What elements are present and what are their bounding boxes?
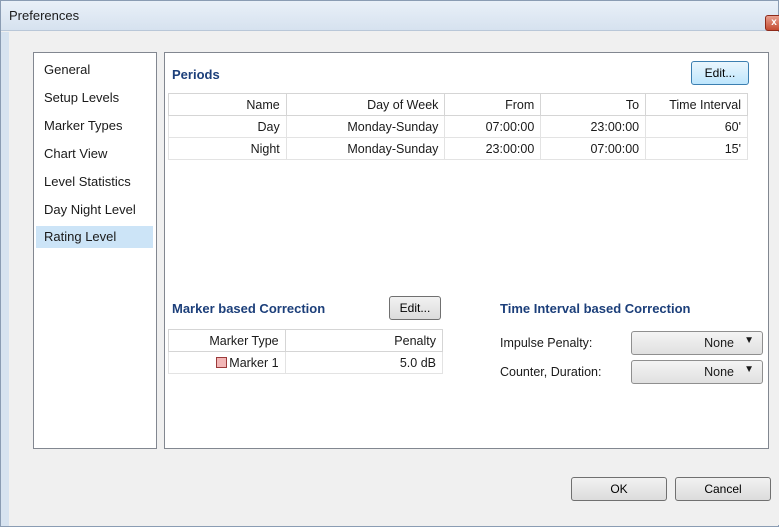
chevron-down-icon: ▼	[744, 335, 754, 346]
close-icon[interactable]: x	[765, 15, 779, 31]
impulse-penalty-label: Impulse Penalty:	[500, 336, 593, 350]
cell-from: 23:00:00	[444, 137, 542, 160]
periods-header-row: Name Day of Week From To Time Interval	[168, 93, 748, 116]
cell-day-of-week: Monday-Sunday	[285, 115, 446, 138]
nav-item-level-statistics[interactable]: Level Statistics	[36, 171, 153, 193]
nav-item-chart-view[interactable]: Chart View	[36, 143, 153, 165]
periods-edit-button[interactable]: Edit...	[691, 61, 749, 85]
window-title: Preferences	[9, 8, 80, 23]
periods-table: Name Day of Week From To Time Interval D…	[168, 93, 748, 160]
counter-duration-label: Counter, Duration:	[500, 365, 602, 379]
table-row[interactable]: Night Monday-Sunday 23:00:00 07:00:00 15…	[168, 137, 748, 160]
preferences-window: Preferences x General Setup Levels Marke…	[0, 0, 779, 527]
marker-correction-table: Marker Type Penalty Marker 1 5.0 dB	[168, 329, 444, 374]
interval-correction-title: Time Interval based Correction	[500, 301, 691, 316]
table-row[interactable]: Day Monday-Sunday 07:00:00 23:00:00 60'	[168, 115, 748, 138]
cancel-button[interactable]: Cancel	[675, 477, 771, 501]
counter-duration-value: None	[704, 365, 734, 379]
nav-item-marker-types[interactable]: Marker Types	[36, 115, 153, 137]
cell-day-of-week: Monday-Sunday	[285, 137, 446, 160]
nav-item-rating-level[interactable]: Rating Level	[36, 226, 153, 248]
marker-correction-title: Marker based Correction	[172, 301, 326, 316]
impulse-penalty-value: None	[704, 336, 734, 350]
settings-panel: Periods Edit... Name Day of Week From To…	[164, 52, 769, 449]
cell-penalty: 5.0 dB	[284, 351, 444, 374]
dialog-client-area: General Setup Levels Marker Types Chart …	[9, 32, 779, 525]
periods-title: Periods	[172, 67, 220, 82]
column-header-marker-type[interactable]: Marker Type	[168, 329, 286, 352]
marker-color-swatch	[216, 356, 228, 368]
impulse-penalty-dropdown[interactable]: None ▼	[631, 331, 763, 355]
column-header-to[interactable]: To	[540, 93, 647, 116]
cell-to: 23:00:00	[540, 115, 647, 138]
cell-name: Night	[168, 137, 287, 160]
cell-time-interval: 60'	[645, 115, 748, 138]
marker-header-row: Marker Type Penalty	[168, 329, 444, 352]
category-list: General Setup Levels Marker Types Chart …	[33, 52, 157, 449]
cell-name: Day	[168, 115, 287, 138]
window-left-border	[1, 32, 9, 526]
title-bar: Preferences	[1, 1, 778, 31]
column-header-day-of-week[interactable]: Day of Week	[285, 93, 446, 116]
nav-item-day-night-level[interactable]: Day Night Level	[36, 199, 153, 221]
column-header-from[interactable]: From	[444, 93, 542, 116]
column-header-time-interval[interactable]: Time Interval	[645, 93, 748, 116]
chevron-down-icon: ▼	[744, 364, 754, 375]
column-header-penalty[interactable]: Penalty	[284, 329, 444, 352]
marker-correction-edit-button[interactable]: Edit...	[389, 296, 441, 320]
column-header-name[interactable]: Name	[168, 93, 287, 116]
ok-button[interactable]: OK	[571, 477, 667, 501]
nav-item-general[interactable]: General	[36, 59, 153, 81]
marker-name: Marker 1	[229, 355, 279, 370]
nav-item-setup-levels[interactable]: Setup Levels	[36, 87, 153, 109]
table-row[interactable]: Marker 1 5.0 dB	[168, 351, 444, 374]
cell-to: 07:00:00	[540, 137, 647, 160]
cell-marker-type: Marker 1	[168, 351, 286, 374]
cell-from: 07:00:00	[444, 115, 542, 138]
cell-time-interval: 15'	[645, 137, 748, 160]
counter-duration-dropdown[interactable]: None ▼	[631, 360, 763, 384]
